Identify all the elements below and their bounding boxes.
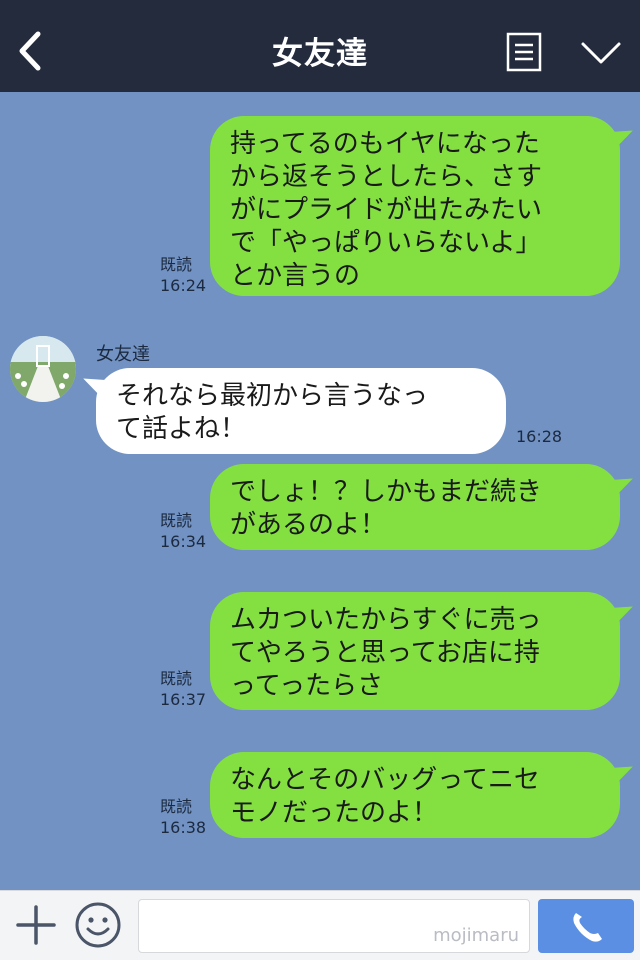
outgoing-message-bubble[interactable]: ムカついたからすぐに売っ てやろうと思ってお店に持 ってったらさ xyxy=(210,592,620,710)
call-button[interactable] xyxy=(538,899,634,953)
message-input[interactable]: mojimaru xyxy=(138,899,530,953)
message-time: 16:38 xyxy=(160,818,207,837)
message-line: があるのよ！ xyxy=(230,510,387,540)
wedding-aisle-photo xyxy=(10,336,76,402)
read-receipt: 既読 xyxy=(160,797,193,816)
message-time: 16:28 xyxy=(516,427,563,446)
outgoing-message-bubble[interactable]: 持ってるのもイヤになった から返そうとしたら、さす がにプライドが出たみたい で… xyxy=(210,116,620,296)
message-line: で「やっぱりいらないよ」 xyxy=(230,228,542,258)
message-line: なんとそのバッグってニセ xyxy=(230,765,540,795)
chevron-down-icon[interactable] xyxy=(580,40,622,66)
message-line: ムカついたからすぐに売っ xyxy=(230,605,542,635)
message-line: ってったらさ xyxy=(230,671,384,701)
contact-avatar[interactable] xyxy=(10,336,76,402)
outgoing-message-bubble[interactable]: なんとそのバッグってニセ モノだったのよ！ xyxy=(210,752,620,838)
plus-icon[interactable] xyxy=(14,903,58,947)
read-receipt: 既読 xyxy=(160,511,193,530)
message-line: がにプライドが出たみたい xyxy=(230,195,543,225)
phone-icon xyxy=(573,913,602,942)
message-line: でしょ！？しかもまだ続き xyxy=(230,477,543,507)
chat-area[interactable]: 既読 16:24 持ってるのもイヤになった から返そうとしたら、さす がにプライ… xyxy=(0,92,640,890)
message-time: 16:37 xyxy=(160,690,207,709)
watermark-text: mojimaru xyxy=(433,925,519,946)
read-receipt: 既読 xyxy=(160,669,193,688)
read-receipt: 既読 xyxy=(160,255,193,274)
message-time: 16:34 xyxy=(160,532,207,551)
message-meta: 既読 16:38 xyxy=(160,796,206,838)
message-meta: 既読 16:37 xyxy=(160,668,206,710)
sender-name: 女友達 xyxy=(96,344,150,365)
message-meta: 既読 16:34 xyxy=(160,510,206,552)
incoming-message-bubble[interactable]: それなら最初から言うなっ て話よね！ xyxy=(96,368,506,454)
message-line: て話よね！ xyxy=(116,414,247,444)
message-meta: 既読 16:24 xyxy=(160,254,206,296)
chat-title: 女友達 xyxy=(272,36,368,72)
message-line: てやろうと思ってお店に持 xyxy=(230,638,540,668)
message-line: から返そうとしたら、さす xyxy=(230,162,543,192)
smiley-icon[interactable] xyxy=(74,901,122,949)
message-line: 持ってるのもイヤになった xyxy=(230,129,540,159)
message-line: モノだったのよ！ xyxy=(230,798,439,828)
message-time: 16:24 xyxy=(160,276,207,295)
message-line: とか言うの xyxy=(230,261,361,291)
chat-header: 女友達 xyxy=(0,0,640,92)
message-line: それなら最初から言うなっ xyxy=(116,381,429,411)
note-list-icon[interactable] xyxy=(506,32,542,72)
input-bar: mojimaru xyxy=(0,890,640,960)
outgoing-message-bubble[interactable]: でしょ！？しかもまだ続き があるのよ！ xyxy=(210,464,620,550)
